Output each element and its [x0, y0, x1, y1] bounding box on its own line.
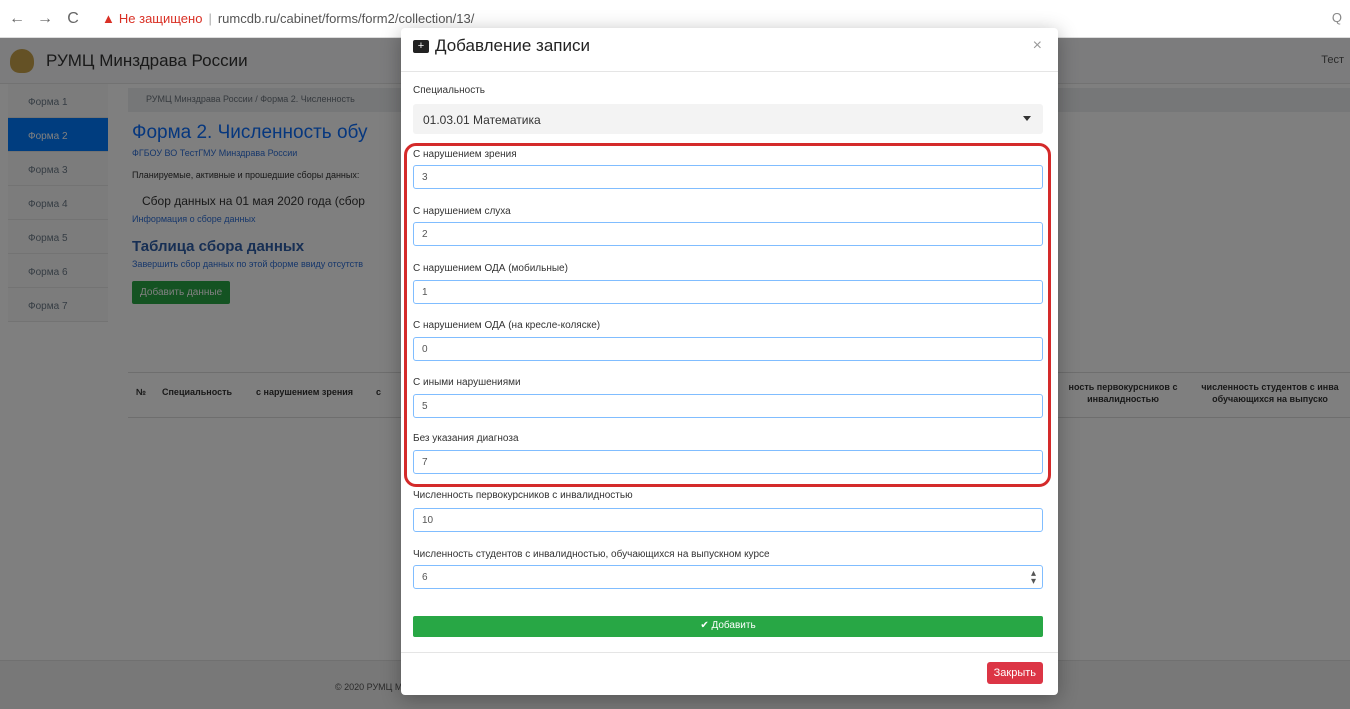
modal-title: + Добавление записи	[413, 36, 590, 56]
hearing-label: С нарушением слуха	[413, 206, 511, 217]
check-icon: ✔	[700, 620, 709, 631]
forward-icon[interactable]: →	[34, 10, 56, 28]
modal-title-text: Добавление записи	[435, 36, 590, 55]
other-disorders-label: С иными нарушениями	[413, 377, 521, 388]
add-button-label: Добавить	[711, 620, 756, 631]
add-record-modal: + Добавление записи × Специальность 01.0…	[401, 28, 1058, 695]
warning-icon: ▲	[102, 11, 115, 26]
vision-label: С нарушением зрения	[413, 149, 517, 160]
specialty-label: Специальность	[413, 85, 485, 96]
graduates-label: Численность студентов с инвалидностью, о…	[413, 549, 770, 560]
spinner-icon[interactable]: ▴ ▾	[1031, 569, 1036, 587]
chevron-down-icon	[1023, 116, 1031, 121]
freshmen-label: Численность первокурсников с инвалидност…	[413, 490, 633, 501]
back-icon[interactable]: ←	[6, 10, 28, 28]
oda-mobile-input[interactable]: 1	[413, 280, 1043, 304]
close-icon[interactable]: ×	[1033, 37, 1042, 55]
oda-wheelchair-input[interactable]: 0	[413, 337, 1043, 361]
plus-square-icon: +	[413, 39, 429, 53]
modal-header: + Добавление записи ×	[401, 28, 1058, 72]
no-diagnosis-input[interactable]: 7	[413, 450, 1043, 474]
specialty-select[interactable]: 01.03.01 Математика	[413, 104, 1043, 134]
reload-icon[interactable]: C	[62, 10, 84, 28]
vision-input[interactable]: 3	[413, 165, 1043, 189]
zoom-icon[interactable]: Q	[1332, 10, 1342, 25]
oda-wheelchair-label: С нарушением ОДА (на кресле-коляске)	[413, 320, 601, 331]
graduates-input[interactable]: 6 ▴ ▾	[413, 565, 1043, 589]
hearing-input[interactable]: 2	[413, 222, 1043, 246]
not-secure-label[interactable]: Не защищено	[119, 11, 203, 26]
freshmen-input[interactable]: 10	[413, 508, 1043, 532]
add-record-button[interactable]: ✔ Добавить	[413, 616, 1043, 637]
no-diagnosis-label: Без указания диагноза	[413, 433, 519, 444]
specialty-value: 01.03.01 Математика	[423, 113, 541, 127]
modal-footer-divider	[401, 652, 1058, 653]
other-disorders-input[interactable]: 5	[413, 394, 1043, 418]
address-bar[interactable]: rumcdb.ru/cabinet/forms/form2/collection…	[218, 11, 475, 26]
url-separator: |	[208, 11, 212, 26]
oda-mobile-label: С нарушением ОДА (мобильные)	[413, 263, 568, 274]
graduates-value: 6	[422, 572, 428, 583]
close-button[interactable]: Закрыть	[986, 662, 1043, 684]
